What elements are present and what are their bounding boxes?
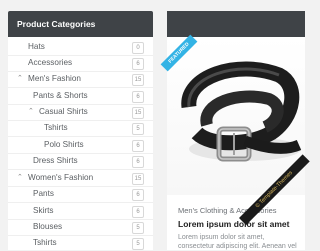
category-label: Dress Shirts [33,156,78,165]
category-label: Polo Shirts [44,140,84,149]
count-badge: 0 [132,42,144,54]
category-item[interactable]: Blouses 5 [8,219,153,236]
count-badge: 6 [132,189,144,201]
category-item[interactable]: Polo Shirts 6 [8,137,153,154]
category-item[interactable]: Hats 0 [8,39,153,56]
category-label: Pants [33,189,54,198]
chevron-up-icon[interactable]: ⌃ [17,71,23,87]
count-badge: 6 [132,156,144,168]
category-label: Women's Fashion [28,173,94,182]
category-item[interactable]: Accessories 6 [8,55,153,72]
count-badge: 15 [132,74,144,86]
count-badge: 5 [132,222,144,234]
category-label: Skirts [33,206,54,215]
count-badge: 5 [132,123,144,135]
category-label: Accessories [28,58,73,67]
category-item[interactable]: Pants & Shorts 6 [8,88,153,105]
category-sidebar: Product Categories Hats 0 Accessories 6 … [0,0,153,250]
category-label: Tshirts [44,123,68,132]
category-label: Pants & Shorts [33,91,88,100]
count-badge: 6 [132,58,144,70]
product-title[interactable]: Lorem ipsum dolor sit amet [178,219,289,229]
category-item[interactable]: Pants 6 [8,186,153,203]
count-badge: 6 [132,91,144,103]
count-badge: 15 [132,107,144,119]
category-item[interactable]: Skirts 6 [8,203,153,220]
category-label: Blouses [33,222,63,231]
category-item[interactable]: ⌃ Women's Fashion 15 [8,170,153,187]
count-badge: 6 [132,140,144,152]
category-item[interactable]: ⌃ Men's Fashion 15 [8,71,153,88]
count-badge: 5 [132,238,144,250]
category-label: Hats [28,42,45,51]
content-header-bar [167,11,305,37]
category-label: Casual Shirts [39,107,88,116]
category-label: Men's Fashion [28,74,81,83]
sidebar-title: Product Categories [8,11,153,37]
chevron-up-icon[interactable]: ⌃ [28,104,34,120]
category-item[interactable]: Tshirts 5 [8,235,153,251]
category-label: Tshirts [33,238,57,247]
category-item[interactable]: ⌃ Casual Shirts 15 [8,104,153,121]
category-item[interactable]: Dress Shirts 6 [8,153,153,170]
product-description: Lorem ipsum dolor sit amet, consectetur … [178,234,297,250]
category-item[interactable]: Tshirts 5 [8,120,153,137]
count-badge: 15 [132,173,144,185]
count-badge: 6 [132,206,144,218]
chevron-up-icon[interactable]: ⌃ [17,170,23,186]
category-list: Hats 0 Accessories 6 ⌃ Men's Fashion 15 … [8,37,153,250]
